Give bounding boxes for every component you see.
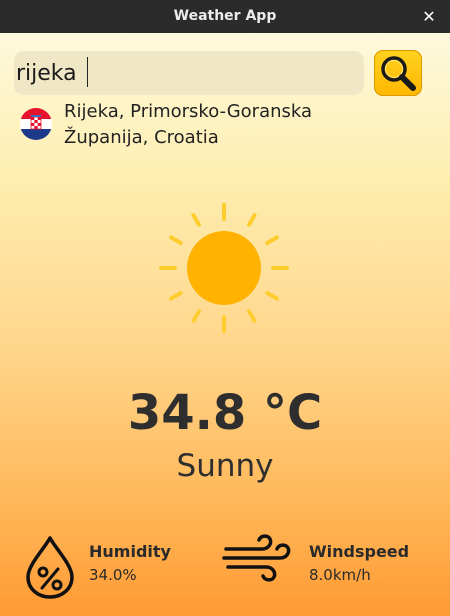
- windspeed-value: 8.0km/h: [309, 566, 371, 584]
- text-cursor: [87, 57, 88, 87]
- sun-ray: [169, 291, 183, 301]
- sun-ray: [191, 309, 201, 323]
- location-line-1: Rijeka, Primorsko-Goranska: [64, 101, 313, 122]
- location-label: Rijeka, Primorsko-Goranska Županija, Cro…: [64, 99, 404, 151]
- title-bar: Weather App ✕: [0, 0, 450, 33]
- croatia-flag-icon: [20, 108, 52, 140]
- sun-ray: [169, 235, 183, 245]
- main-content: Rijeka, Primorsko-Goranska Županija, Cro…: [0, 33, 450, 616]
- sun-ray: [247, 309, 257, 323]
- search-button[interactable]: [374, 50, 422, 96]
- sun-ray: [265, 291, 279, 301]
- weather-app-window: Weather App ✕ rijeka Rijeka, Primorsko-G…: [0, 0, 450, 616]
- weather-condition: Sunny: [176, 448, 274, 484]
- sun-ray: [191, 213, 201, 227]
- humidity-drop-icon: [26, 536, 74, 599]
- humidity-label: Humidity: [89, 542, 171, 561]
- wind-icon: [222, 534, 291, 582]
- window-title: Weather App: [173, 8, 277, 24]
- sun-ray: [247, 213, 257, 227]
- sun-ray: [265, 235, 279, 245]
- close-button[interactable]: ✕: [418, 6, 440, 28]
- location-line-2: Županija, Croatia: [64, 127, 219, 148]
- magnifier-icon: [381, 56, 416, 91]
- sun-icon: [159, 203, 289, 333]
- humidity-value: 34.0%: [89, 566, 137, 584]
- windspeed-label: Windspeed: [309, 542, 410, 561]
- temperature-value: 34.8 °C: [127, 385, 323, 441]
- search-input[interactable]: [14, 51, 364, 95]
